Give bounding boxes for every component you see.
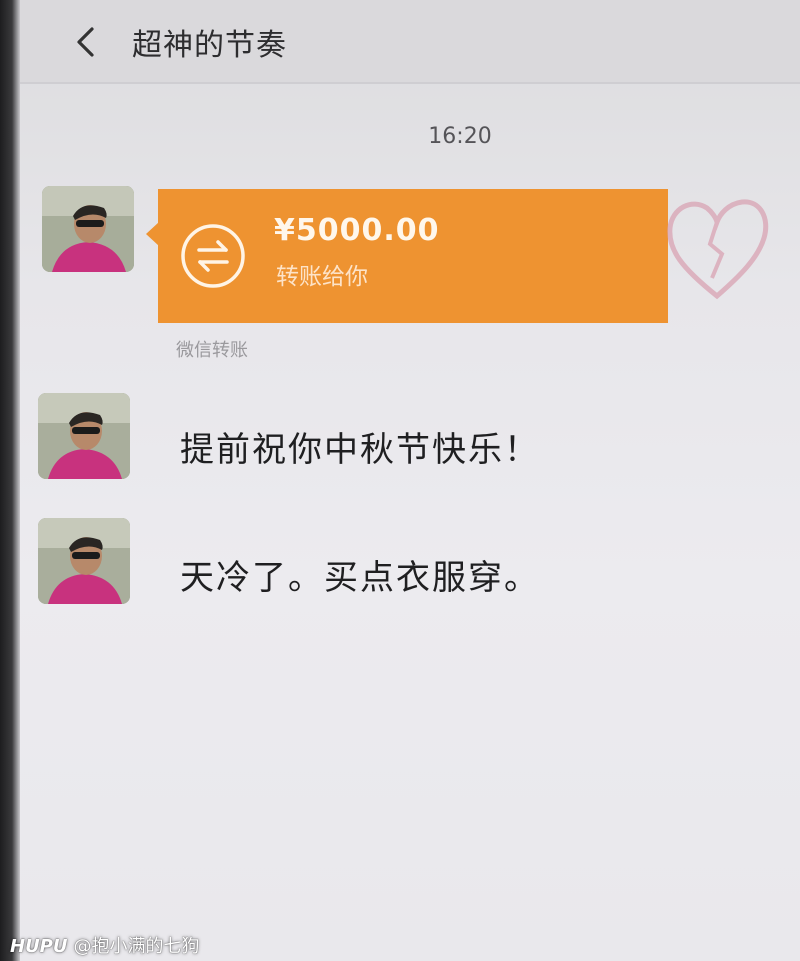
message-text: 提前祝你中秋节快乐！	[180, 430, 540, 470]
watermark-text: @抱小满的七狗	[73, 936, 200, 957]
message-text: 天冷了。买点衣服穿。	[180, 558, 540, 598]
transfer-card[interactable]: ¥5000.00 转账给你	[158, 189, 668, 323]
transfer-subtitle: 转账给你	[276, 264, 368, 290]
chat-title: 超神的节奏	[132, 28, 287, 63]
hupu-watermark: HUPU @抱小满的七狗	[10, 932, 200, 958]
avatar-photo	[38, 518, 130, 604]
avatar-photo	[38, 393, 130, 479]
transfer-arrows-icon	[181, 224, 245, 288]
avatar[interactable]	[38, 518, 130, 604]
heart-watermark-logo	[667, 199, 769, 300]
transfer-amount: ¥5000.00	[274, 213, 440, 248]
watermark-brand: HUPU	[10, 936, 68, 957]
message-timestamp: 16:20	[428, 124, 492, 149]
avatar[interactable]	[38, 393, 130, 479]
transfer-source-label: 微信转账	[176, 340, 248, 361]
header-divider	[20, 82, 800, 84]
avatar[interactable]	[42, 186, 134, 272]
top-bar: 超神的节奏	[20, 0, 800, 82]
chevron-left-icon[interactable]	[68, 24, 104, 60]
avatar-photo	[42, 186, 134, 272]
